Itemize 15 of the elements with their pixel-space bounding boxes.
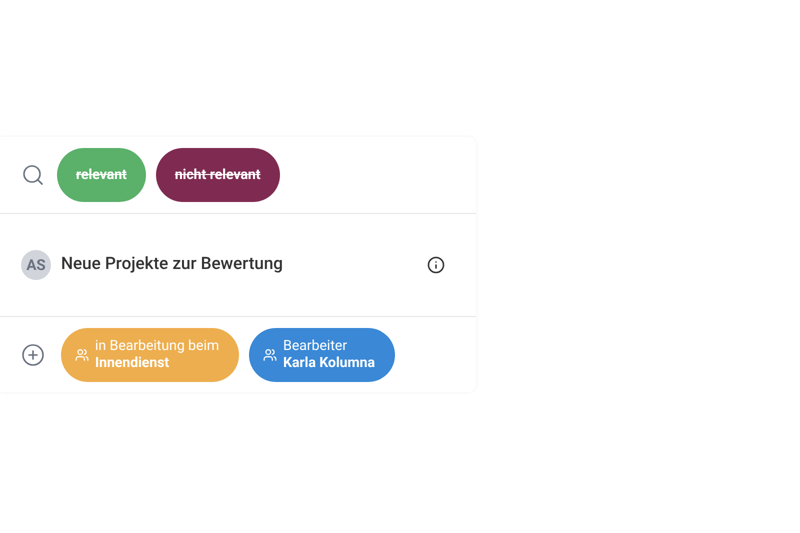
info-icon[interactable] [427, 256, 445, 274]
filter-chip[interactable]: nicht relevant [156, 148, 280, 202]
tag-value: Karla Kolumna [283, 354, 375, 372]
filter-chip[interactable]: relevant [57, 148, 146, 202]
assignment-tag[interactable]: Bearbeiter Karla Kolumna [249, 328, 395, 382]
add-icon[interactable] [21, 342, 45, 366]
item-title: Neue Projekte zur Bewertung [61, 253, 284, 276]
people-icon [263, 348, 278, 362]
avatar: AS [21, 250, 51, 280]
assignment-tag[interactable]: in Bearbeitung beim Innendienst [61, 328, 240, 382]
search-icon[interactable] [21, 163, 45, 187]
people-icon [75, 348, 89, 362]
tag-label: in Bearbeitung beim [95, 338, 220, 354]
tag-value: Innendienst [95, 354, 170, 372]
tag-label: Bearbeiter [283, 338, 348, 354]
